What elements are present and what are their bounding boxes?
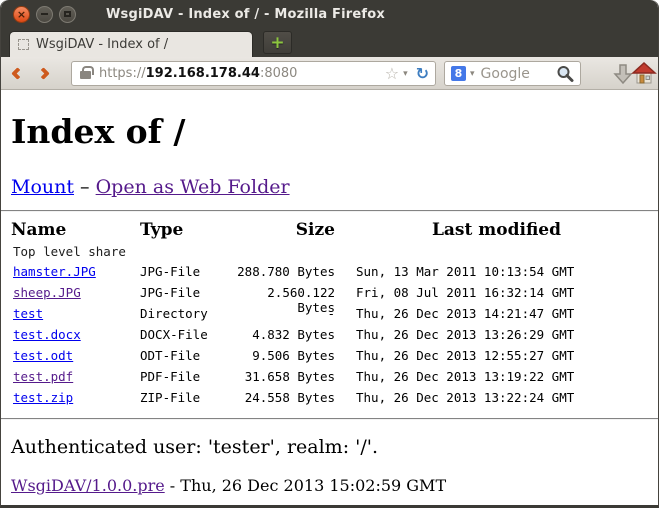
forward-button[interactable] — [37, 67, 50, 80]
file-type: Directory — [140, 306, 230, 321]
wsgidav-version-link[interactable]: WsgiDAV/1.0.0.pre — [11, 476, 165, 495]
file-type: JPG-File — [140, 285, 230, 300]
table-row: test.pdf PDF-File 31.658 Bytes Thu, 26 D… — [11, 369, 658, 390]
header-size: Size — [230, 220, 335, 240]
google-logo-icon[interactable]: 8 — [451, 66, 466, 81]
file-size: 24.558 Bytes — [230, 390, 335, 405]
file-modified: Fri, 08 Jul 2011 16:32:14 GMT — [335, 285, 658, 300]
file-link[interactable]: test.pdf — [13, 369, 73, 384]
url-scheme: https:// — [99, 66, 146, 81]
file-type: JPG-File — [140, 264, 230, 279]
file-modified: Thu, 26 Dec 2013 14:21:47 GMT — [335, 306, 658, 321]
table-row: test.zip ZIP-File 24.558 Bytes Thu, 26 D… — [11, 390, 658, 411]
file-link[interactable]: test — [13, 306, 43, 321]
search-box[interactable]: 8 ▾ Google — [444, 61, 581, 86]
action-links: Mount – Open as Web Folder — [11, 176, 658, 198]
navigation-toolbar: https://192.168.178.44:8080 ☆ ▾ ↻ 8 ▾ Go… — [1, 57, 658, 90]
reload-icon[interactable]: ↻ — [416, 66, 429, 82]
close-window-button[interactable]: × — [13, 6, 30, 23]
link-separator: – — [74, 176, 96, 198]
file-modified: Thu, 26 Dec 2013 13:19:22 GMT — [335, 369, 658, 384]
default-favicon-icon — [18, 39, 29, 50]
url-host: 192.168.178.44 — [146, 66, 260, 81]
titlebar: × WsgiDAV - Index of / - Mozilla Firefox — [1, 0, 658, 28]
header-type: Type — [140, 220, 230, 240]
share-note-row: Top level share — [11, 244, 658, 264]
lock-icon — [80, 71, 91, 79]
divider-top — [1, 210, 658, 212]
window-controls: × — [13, 6, 76, 23]
url-port: :8080 — [260, 66, 297, 81]
page-content: Index of / Mount – Open as Web Folder Na… — [1, 114, 658, 508]
header-last-modified: Last modified — [335, 220, 658, 240]
search-input[interactable]: Google — [481, 66, 556, 82]
url-dropdown-icon[interactable]: ▾ — [403, 69, 408, 79]
home-button[interactable] — [631, 61, 657, 86]
table-row: hamster.JPG JPG-File 288.780 Bytes Sun, … — [11, 264, 658, 285]
search-magnifier-icon[interactable] — [556, 65, 574, 83]
tab-bar: WsgiDAV - Index of / + — [1, 28, 658, 57]
file-link[interactable]: test.odt — [13, 348, 73, 363]
file-link[interactable]: test.zip — [13, 390, 73, 405]
header-name: Name — [11, 220, 140, 240]
table-row: test.odt ODT-File 9.506 Bytes Thu, 26 De… — [11, 348, 658, 369]
file-table: Name Type Size Last modified Top level s… — [11, 220, 658, 411]
firefox-window: × WsgiDAV - Index of / - Mozilla Firefox… — [0, 0, 659, 508]
file-link[interactable]: sheep.JPG — [13, 285, 81, 300]
back-button[interactable] — [11, 67, 24, 80]
url-bar[interactable]: https://192.168.178.44:8080 ☆ ▾ ↻ — [71, 61, 436, 86]
file-modified: Thu, 26 Dec 2013 13:22:24 GMT — [335, 390, 658, 405]
file-type: ODT-File — [140, 348, 230, 363]
file-type: DOCX-File — [140, 327, 230, 342]
url-text[interactable]: https://192.168.178.44:8080 — [99, 66, 385, 81]
divider-bottom — [1, 418, 658, 420]
maximize-icon — [64, 11, 71, 17]
minimize-window-button[interactable] — [36, 6, 53, 23]
file-size: 4.832 Bytes — [230, 327, 335, 342]
tab-label: WsgiDAV - Index of / — [36, 37, 168, 52]
bookmark-star-icon[interactable]: ☆ — [385, 66, 399, 82]
file-link[interactable]: test.docx — [13, 327, 81, 342]
table-row: test.docx DOCX-File 4.832 Bytes Thu, 26 … — [11, 327, 658, 348]
file-size: - — [230, 306, 335, 321]
server-footer: WsgiDAV/1.0.0.pre - Thu, 26 Dec 2013 15:… — [11, 476, 658, 495]
search-engine-dropdown-icon[interactable]: ▾ — [470, 69, 475, 79]
file-modified: Thu, 26 Dec 2013 13:26:29 GMT — [335, 327, 658, 342]
table-header-row: Name Type Size Last modified — [11, 220, 658, 244]
tab-wsgidav[interactable]: WsgiDAV - Index of / — [9, 31, 253, 57]
open-as-web-folder-link[interactable]: Open as Web Folder — [96, 176, 290, 198]
new-tab-button[interactable]: + — [263, 31, 292, 54]
file-size: 31.658 Bytes — [230, 369, 335, 384]
file-link[interactable]: hamster.JPG — [13, 264, 96, 279]
window-title: WsgiDAV - Index of / - Mozilla Firefox — [106, 7, 385, 22]
minimize-icon — [41, 13, 48, 15]
file-size: 9.506 Bytes — [230, 348, 335, 363]
file-type: PDF-File — [140, 369, 230, 384]
mount-link[interactable]: Mount — [11, 176, 74, 198]
maximize-window-button[interactable] — [59, 6, 76, 23]
file-size: 288.780 Bytes — [230, 264, 335, 279]
table-row: test Directory - Thu, 26 Dec 2013 14:21:… — [11, 306, 658, 327]
home-icon — [631, 61, 657, 86]
file-modified: Sun, 13 Mar 2011 10:13:54 GMT — [335, 264, 658, 279]
generated-timestamp: - Thu, 26 Dec 2013 15:02:59 GMT — [165, 476, 446, 495]
file-modified: Thu, 26 Dec 2013 12:55:27 GMT — [335, 348, 658, 363]
file-type: ZIP-File — [140, 390, 230, 405]
table-row: sheep.JPG JPG-File 2.560.122 Bytes Fri, … — [11, 285, 658, 306]
page-title: Index of / — [11, 114, 658, 150]
auth-status-text: Authenticated user: 'tester', realm: '/'… — [11, 436, 658, 458]
